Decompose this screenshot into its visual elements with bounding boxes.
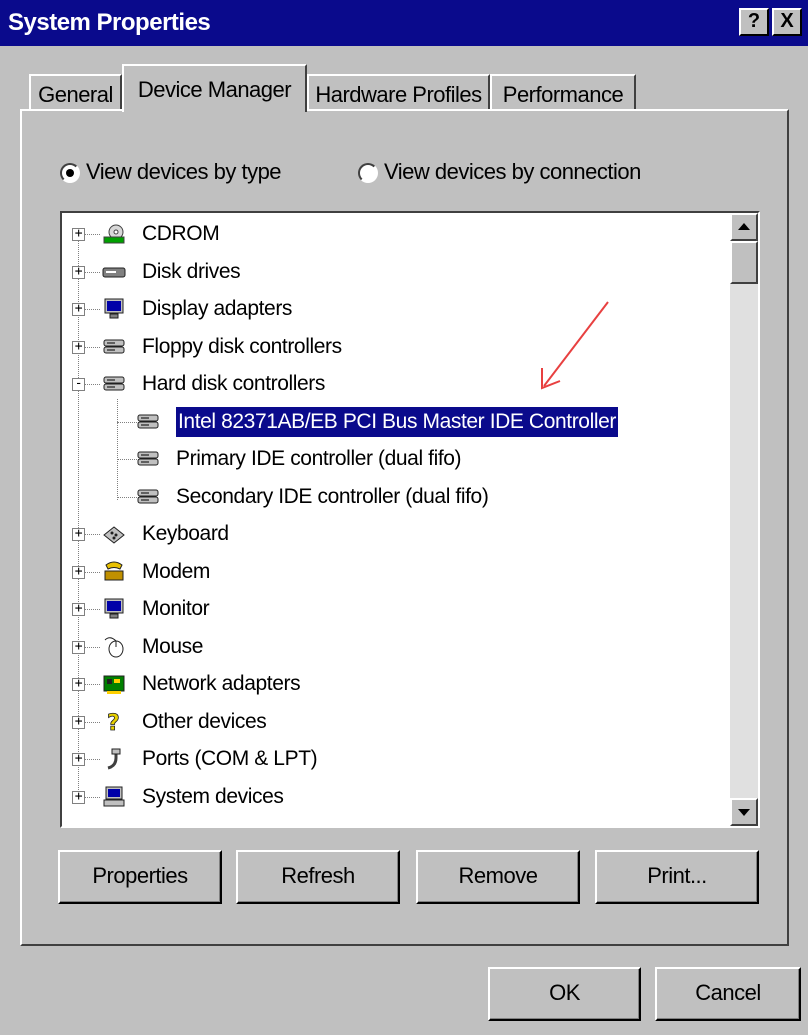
- tree-item-keyboard[interactable]: + Keyboard: [62, 519, 730, 549]
- controller-icon: [102, 336, 126, 358]
- tree-item-label: Other devices: [142, 709, 267, 733]
- tree-item-label: Hard disk controllers: [142, 372, 325, 395]
- remove-button[interactable]: Remove: [416, 850, 580, 904]
- scroll-down-button[interactable]: [730, 798, 758, 826]
- tree-item-label: CDROM: [142, 222, 220, 245]
- view-by-connection-label: View devices by connection: [384, 159, 641, 184]
- tree-item-mouse[interactable]: + Mouse: [62, 632, 730, 662]
- tree-item-label: Ports (COM & LPT): [142, 747, 318, 770]
- tab-device-manager[interactable]: Device Manager: [122, 64, 307, 112]
- tree-item-cdrom[interactable]: + CDROM: [62, 219, 730, 249]
- tree-item-other-devices[interactable]: +? Other devices: [62, 707, 730, 737]
- network-adapter-icon: [102, 673, 126, 695]
- keyboard-icon: [102, 523, 126, 545]
- view-by-connection-option[interactable]: View devices by connection: [358, 159, 641, 185]
- tree-item-secondary-ide-controller-dual-fifo[interactable]: Secondary IDE controller (dual fifo): [62, 482, 730, 512]
- ok-button[interactable]: OK: [488, 967, 641, 1021]
- tree-item-label: Modem: [142, 559, 211, 583]
- arrow-up-icon: [738, 223, 750, 230]
- view-by-type-radio[interactable]: [60, 163, 80, 184]
- tree-item-label: Primary IDE controller (dual fifo): [176, 447, 462, 470]
- monitor-icon: [102, 298, 126, 320]
- tree-item-label: Mouse: [142, 634, 204, 658]
- svg-text:?: ?: [107, 711, 119, 733]
- arrow-down-icon: [738, 809, 750, 816]
- monitor-icon: [102, 598, 126, 620]
- view-by-connection-radio[interactable]: [358, 163, 378, 184]
- expand-icon[interactable]: +: [72, 790, 85, 804]
- cancel-button[interactable]: Cancel: [655, 967, 801, 1021]
- tree-item-label: Disk drives: [142, 259, 241, 283]
- view-by-type-option[interactable]: View devices by type: [60, 159, 282, 185]
- tree-item-label: Secondary IDE controller (dual fifo): [176, 484, 489, 508]
- mouse-icon: [102, 636, 126, 658]
- tree-item-intel-82371ab-eb-pci-bus-master-ide-controller[interactable]: Intel 82371AB/EB PCI Bus Master IDE Cont…: [62, 405, 730, 438]
- expand-icon[interactable]: +: [72, 265, 85, 279]
- title-bar: System Properties ? X: [0, 0, 808, 46]
- modem-icon: [102, 561, 126, 583]
- cdrom-icon: [102, 223, 126, 245]
- controller-icon: [136, 448, 160, 470]
- tree-item-label: Network adapters: [142, 672, 301, 695]
- tree-item-label: Floppy disk controllers: [142, 334, 342, 358]
- expand-icon[interactable]: +: [72, 227, 85, 241]
- view-by-type-label: View devices by type: [86, 159, 282, 184]
- tree-item-floppy-disk-controllers[interactable]: + Floppy disk controllers: [62, 332, 730, 362]
- window-title: System Properties: [8, 9, 211, 36]
- expand-icon[interactable]: +: [72, 752, 85, 766]
- expand-icon[interactable]: +: [72, 715, 85, 729]
- expand-icon[interactable]: +: [72, 340, 85, 354]
- expand-icon[interactable]: +: [72, 677, 85, 691]
- tree-item-label: Intel 82371AB/EB PCI Bus Master IDE Cont…: [175, 405, 619, 438]
- vertical-scrollbar[interactable]: [730, 213, 758, 826]
- tree-item-ports-com-lpt[interactable]: + Ports (COM & LPT): [62, 744, 730, 774]
- scroll-up-button[interactable]: [730, 213, 758, 241]
- tree-item-system-devices[interactable]: + System devices: [62, 782, 730, 812]
- expand-icon[interactable]: +: [72, 565, 85, 579]
- annotation-arrow-icon: [541, 301, 609, 390]
- tree-item-modem[interactable]: + Modem: [62, 557, 730, 587]
- port-icon: [102, 748, 126, 770]
- tree-item-display-adapters[interactable]: + Display adapters: [62, 294, 730, 324]
- tab-general[interactable]: General: [29, 74, 122, 112]
- close-button[interactable]: X: [772, 8, 802, 36]
- expand-icon[interactable]: +: [72, 602, 85, 616]
- expand-icon[interactable]: +: [72, 302, 85, 316]
- tree-item-label: Display adapters: [142, 297, 293, 320]
- controller-icon: [136, 411, 160, 433]
- refresh-button[interactable]: Refresh: [236, 850, 400, 904]
- help-button[interactable]: ?: [739, 8, 769, 36]
- scroll-thumb[interactable]: [730, 241, 758, 284]
- tree-item-primary-ide-controller-dual-fifo[interactable]: Primary IDE controller (dual fifo): [62, 444, 730, 474]
- tree-item-hard-disk-controllers[interactable]: - Hard disk controllers: [62, 369, 730, 399]
- tree-item-disk-drives[interactable]: + Disk drives: [62, 257, 730, 287]
- expand-icon[interactable]: +: [72, 527, 85, 541]
- tree-item-label: Keyboard: [142, 522, 229, 545]
- collapse-icon[interactable]: -: [72, 377, 85, 391]
- disk-drive-icon: [102, 261, 126, 283]
- computer-icon: [102, 786, 126, 808]
- tree-item-network-adapters[interactable]: + Network adapters: [62, 669, 730, 699]
- print-button[interactable]: Print...: [595, 850, 759, 904]
- tab-hardware-profiles[interactable]: Hardware Profiles: [307, 74, 490, 112]
- controller-icon: [102, 373, 126, 395]
- device-tree[interactable]: + CDROM + Disk drives + Display adapters + Flop…: [60, 211, 760, 828]
- tree-item-monitor[interactable]: + Monitor: [62, 594, 730, 624]
- question-mark-icon: ?: [102, 710, 126, 736]
- controller-icon: [136, 486, 160, 508]
- device-tree-list: + CDROM + Disk drives + Display adapters + Flop…: [62, 213, 730, 826]
- tree-item-label: Monitor: [142, 597, 210, 620]
- tree-item-label: System devices: [142, 784, 284, 808]
- tab-performance[interactable]: Performance: [490, 74, 636, 112]
- expand-icon[interactable]: +: [72, 640, 85, 654]
- properties-button[interactable]: Properties: [58, 850, 222, 904]
